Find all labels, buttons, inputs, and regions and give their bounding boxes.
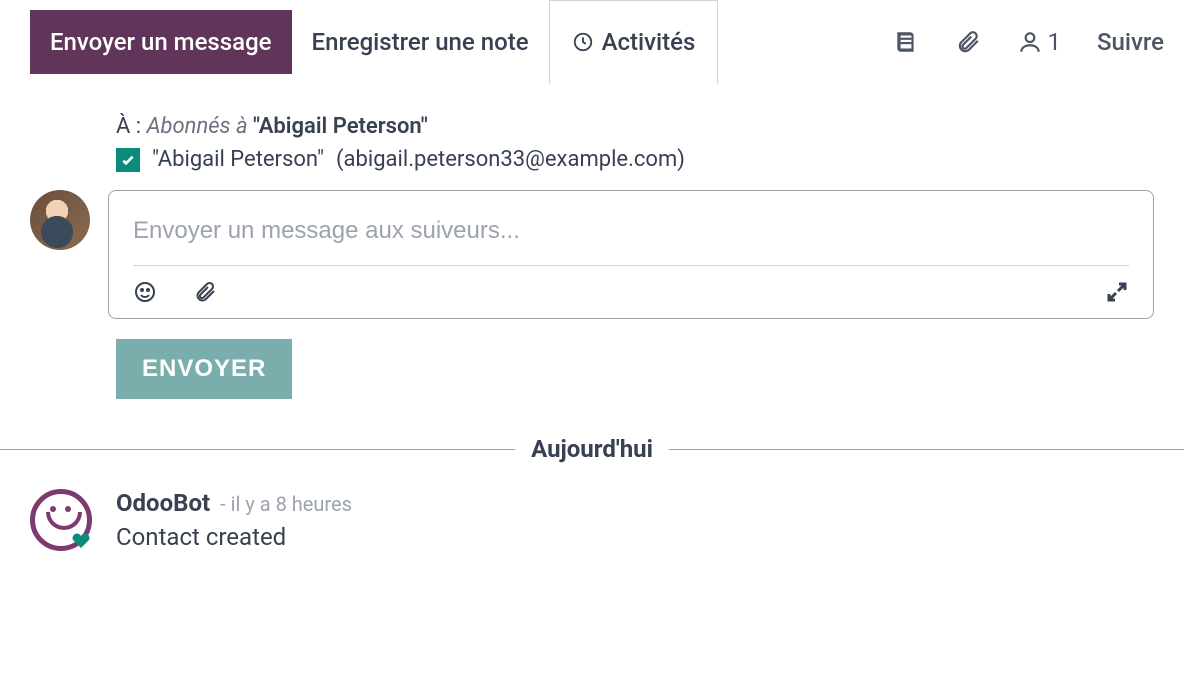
message-text: Contact created [116, 523, 1154, 551]
compose-row [30, 190, 1154, 319]
recipient-checkbox[interactable] [116, 148, 140, 172]
emoji-icon[interactable] [133, 280, 157, 304]
recipient-name: "Abigail Peterson" [152, 147, 324, 172]
user-icon [1017, 29, 1043, 55]
recipient-row: "Abigail Peterson" (abigail.peterson33@e… [116, 147, 1154, 172]
message-body: OdooBot - il y a 8 heures Contact create… [116, 489, 1154, 551]
compose-box [108, 190, 1154, 319]
compose-area: À : Abonnés à "Abigail Peterson" "Abigai… [0, 84, 1184, 399]
attachments-button[interactable] [955, 29, 981, 55]
tabs-bar: Envoyer un message Enregistrer une note … [0, 0, 1184, 84]
tab-activities-label: Activités [602, 28, 696, 56]
to-prefix: À : [116, 114, 147, 139]
compose-toolbar [133, 266, 1129, 304]
tab-send-message[interactable]: Envoyer un message [30, 10, 292, 74]
book-button[interactable] [893, 29, 919, 55]
check-icon [120, 152, 136, 168]
message-author: OdooBot [116, 489, 210, 517]
message-input[interactable] [133, 211, 1129, 266]
message-item: OdooBot - il y a 8 heures Contact create… [0, 463, 1184, 551]
send-button[interactable]: ENVOYER [116, 339, 292, 399]
toolbar: 1 Suivre [893, 28, 1184, 56]
followers-of-label: Abonnés à [147, 114, 253, 139]
current-user-avatar [30, 190, 90, 250]
odoobot-avatar [30, 489, 92, 551]
tab-activities[interactable]: Activités [549, 0, 719, 84]
attach-icon[interactable] [193, 280, 217, 304]
date-divider: Aujourd'hui [0, 435, 1184, 463]
followers-button[interactable]: 1 [1017, 28, 1061, 56]
clock-icon [572, 31, 594, 53]
tab-log-note[interactable]: Enregistrer une note [292, 10, 549, 74]
follow-button[interactable]: Suivre [1097, 28, 1164, 56]
recipients: À : Abonnés à "Abigail Peterson" "Abigai… [30, 114, 1154, 172]
message-time: - il y a 8 heures [220, 492, 352, 516]
date-divider-label: Aujourd'hui [515, 435, 669, 463]
book-icon [893, 29, 919, 55]
recipients-to-line: À : Abonnés à "Abigail Peterson" [116, 114, 1154, 139]
expand-icon[interactable] [1105, 280, 1129, 304]
followers-count: 1 [1047, 28, 1061, 56]
paperclip-icon [955, 29, 981, 55]
recipient-email: (abigail.peterson33@example.com) [336, 147, 685, 172]
record-name: "Abigail Peterson" [253, 114, 428, 139]
message-header: OdooBot - il y a 8 heures [116, 489, 1154, 517]
